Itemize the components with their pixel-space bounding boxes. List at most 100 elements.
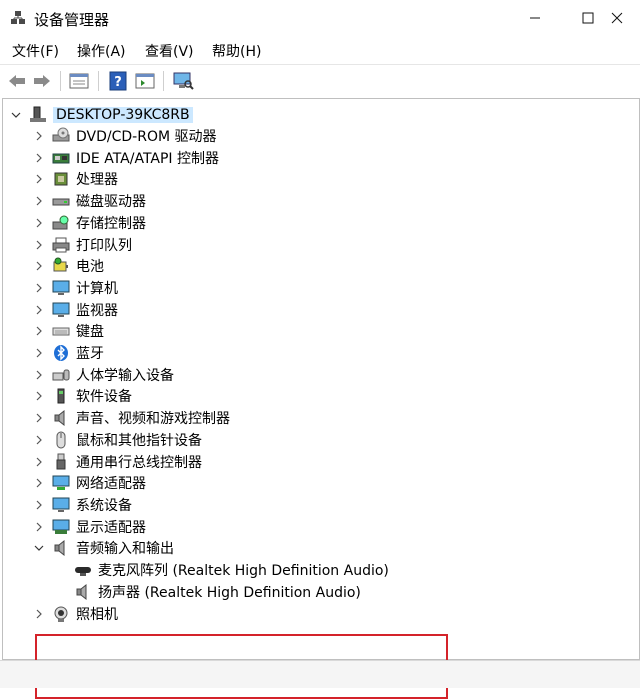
tree-item-label: 照相机 bbox=[76, 606, 118, 623]
menu-action[interactable]: 操作(A) bbox=[77, 41, 126, 61]
tree-category-item[interactable]: 显示适配器 bbox=[32, 516, 146, 538]
chevron-right-icon[interactable] bbox=[32, 147, 46, 169]
chevron-right-icon[interactable] bbox=[32, 125, 46, 147]
bluetooth-icon bbox=[52, 344, 70, 362]
software-device-icon bbox=[52, 387, 70, 405]
tree-category-item[interactable]: 通用串行总线控制器 bbox=[32, 451, 202, 473]
tree-item-label: DVD/CD-ROM 驱动器 bbox=[76, 129, 217, 145]
properties-icon bbox=[69, 73, 89, 89]
root-label: DESKTOP-39KC8RB bbox=[53, 107, 193, 123]
chevron-right-icon[interactable] bbox=[32, 472, 46, 494]
tree-item-label: 存储控制器 bbox=[76, 215, 146, 232]
device-tree[interactable]: DESKTOP-39KC8RB DVD/CD-ROM 驱动器 IDE ATA/ATA… bbox=[2, 98, 640, 699]
tree-category-item[interactable]: 监视器 bbox=[32, 299, 118, 321]
chevron-right-icon[interactable] bbox=[32, 494, 46, 516]
tree-item-label: 系统设备 bbox=[76, 497, 132, 514]
chevron-right-icon[interactable] bbox=[32, 234, 46, 256]
forward-button[interactable] bbox=[31, 70, 53, 92]
tree-device-item[interactable]: 扬声器 (Realtek High Definition Audio) bbox=[74, 581, 361, 603]
menu-help[interactable]: 帮助(H) bbox=[212, 41, 261, 61]
tree-category-item[interactable]: 声音、视频和游戏控制器 bbox=[32, 407, 230, 429]
forward-arrow-icon bbox=[34, 75, 50, 87]
tree-category-item[interactable]: 软件设备 bbox=[32, 385, 132, 407]
menu-bar: 文件(F) 操作(A) 查看(V) 帮助(H) bbox=[0, 38, 640, 62]
device-manager-icon bbox=[10, 10, 26, 26]
tree-item-label: 打印队列 bbox=[76, 237, 132, 254]
monitor-icon bbox=[52, 301, 70, 319]
chevron-down-icon[interactable] bbox=[9, 104, 23, 126]
tree-category-item[interactable]: DVD/CD-ROM 驱动器 bbox=[32, 125, 217, 147]
tree-item-label: 麦克风阵列 (Realtek High Definition Audio) bbox=[98, 563, 389, 580]
chevron-right-icon[interactable] bbox=[32, 516, 46, 538]
chevron-right-icon[interactable] bbox=[32, 407, 46, 429]
toolbar: ? bbox=[0, 64, 640, 97]
close-button[interactable] bbox=[594, 0, 640, 36]
tree-item-label: 声音、视频和游戏控制器 bbox=[76, 411, 230, 428]
system-device-icon bbox=[52, 496, 70, 514]
tree-item-label: 音频输入和输出 bbox=[76, 541, 174, 558]
tree-category-item[interactable]: 系统设备 bbox=[32, 494, 132, 516]
tree-category-item[interactable]: 存储控制器 bbox=[32, 212, 146, 234]
chevron-right-icon[interactable] bbox=[32, 168, 46, 190]
display-adapter-icon bbox=[52, 518, 70, 536]
menu-view[interactable]: 查看(V) bbox=[145, 41, 194, 61]
chevron-right-icon[interactable] bbox=[32, 364, 46, 386]
scan-hardware-button[interactable] bbox=[172, 70, 194, 92]
disc-drive-icon bbox=[52, 127, 70, 145]
tree-category-item[interactable]: 打印队列 bbox=[32, 234, 132, 256]
microphone-icon bbox=[74, 561, 92, 579]
tree-item-label: 计算机 bbox=[76, 280, 118, 297]
minimize-button[interactable] bbox=[512, 0, 558, 36]
status-bar bbox=[0, 660, 640, 688]
chevron-right-icon[interactable] bbox=[32, 190, 46, 212]
tree-category-item[interactable]: 人体学输入设备 bbox=[32, 364, 174, 386]
tree-item-label: 磁盘驱动器 bbox=[76, 194, 146, 211]
chevron-right-icon[interactable] bbox=[32, 255, 46, 277]
show-hidden-button[interactable] bbox=[134, 70, 156, 92]
network-adapter-icon bbox=[52, 474, 70, 492]
svg-text:?: ? bbox=[114, 75, 122, 90]
speaker-icon bbox=[52, 539, 70, 557]
chevron-right-icon[interactable] bbox=[32, 385, 46, 407]
scan-monitor-icon bbox=[173, 72, 194, 90]
chevron-right-icon[interactable] bbox=[32, 299, 46, 321]
tree-device-item[interactable]: 麦克风阵列 (Realtek High Definition Audio) bbox=[74, 559, 389, 581]
menu-file[interactable]: 文件(F) bbox=[12, 41, 59, 61]
tree-category-item[interactable]: 键盘 bbox=[32, 320, 104, 342]
chevron-right-icon[interactable] bbox=[32, 603, 46, 625]
tree-item-label: 软件设备 bbox=[76, 389, 132, 406]
chevron-right-icon[interactable] bbox=[32, 277, 46, 299]
back-button[interactable] bbox=[6, 70, 28, 92]
disk-drive-icon bbox=[52, 192, 70, 210]
tree-category-audio-io[interactable]: 音频输入和输出 bbox=[32, 537, 174, 559]
chevron-down-icon[interactable] bbox=[32, 537, 46, 559]
chevron-right-icon[interactable] bbox=[32, 320, 46, 342]
tree-category-item[interactable]: 电池 bbox=[32, 255, 104, 277]
properties-button[interactable] bbox=[68, 70, 90, 92]
tree-category-item[interactable]: 计算机 bbox=[32, 277, 118, 299]
tree-category-item[interactable]: 磁盘驱动器 bbox=[32, 190, 146, 212]
chevron-right-icon[interactable] bbox=[32, 342, 46, 364]
tree-category-item[interactable]: 蓝牙 bbox=[32, 342, 104, 364]
chevron-right-icon[interactable] bbox=[32, 451, 46, 473]
tree-root-node[interactable]: DESKTOP-39KC8RB bbox=[9, 104, 193, 126]
tree-item-label: 蓝牙 bbox=[76, 346, 104, 362]
tree-item-label: 键盘 bbox=[76, 324, 104, 341]
help-button[interactable]: ? bbox=[107, 70, 129, 92]
tree-item-label: 显示适配器 bbox=[76, 519, 146, 536]
tree-category-item[interactable]: 网络适配器 bbox=[32, 472, 146, 494]
chevron-right-icon[interactable] bbox=[32, 429, 46, 451]
computer-icon bbox=[52, 279, 70, 297]
hid-icon bbox=[52, 366, 70, 384]
help-icon: ? bbox=[109, 71, 127, 91]
tree-category-item[interactable]: IDE ATA/ATAPI 控制器 bbox=[32, 147, 219, 169]
tree-category-item[interactable]: 照相机 bbox=[32, 603, 118, 625]
root-pc-icon bbox=[29, 106, 47, 124]
tree-item-label: 扬声器 (Realtek High Definition Audio) bbox=[98, 585, 361, 601]
speaker-icon bbox=[74, 583, 92, 601]
title-bar: 设备管理器 bbox=[0, 0, 640, 36]
tree-category-item[interactable]: 处理器 bbox=[32, 168, 118, 190]
speaker-icon bbox=[52, 409, 70, 427]
chevron-right-icon[interactable] bbox=[32, 212, 46, 234]
tree-category-item[interactable]: 鼠标和其他指针设备 bbox=[32, 429, 202, 451]
